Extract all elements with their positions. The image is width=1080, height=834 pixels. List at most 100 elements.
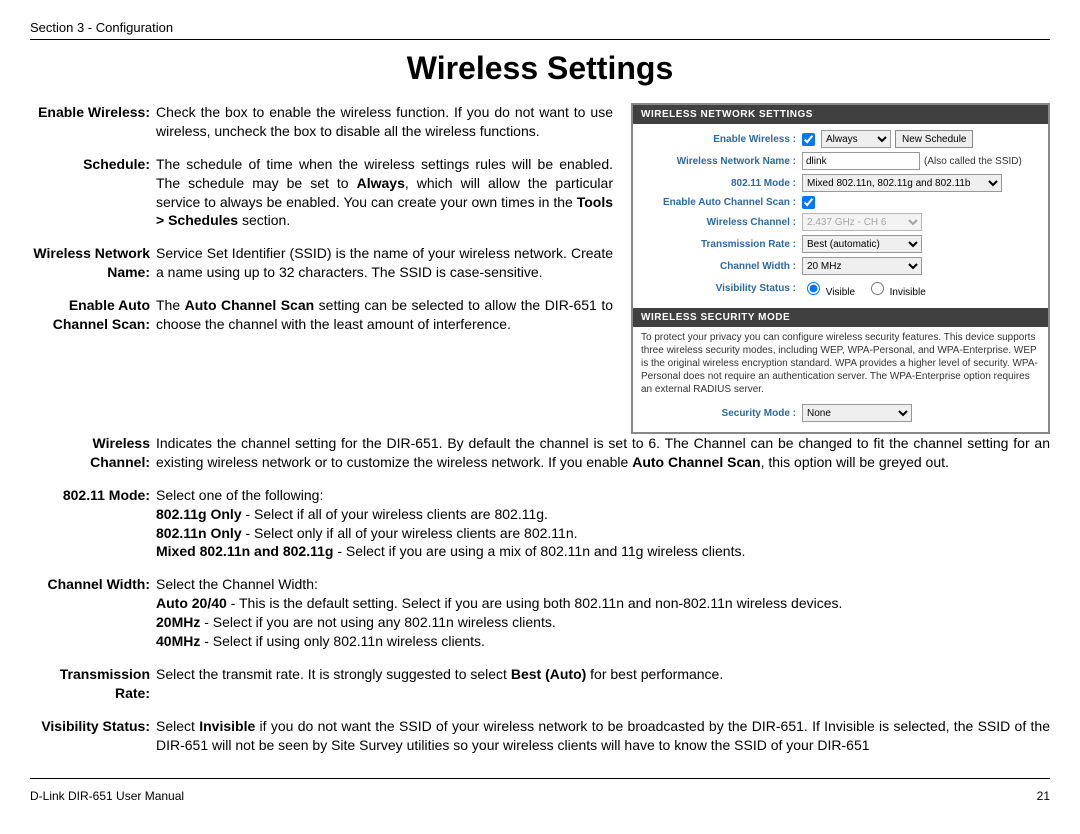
text-bold: Mixed 802.11n and 802.11g xyxy=(156,543,333,559)
row-sec-mode: Security Mode : None xyxy=(641,404,1040,422)
text: - Select if using only 802.11n wireless … xyxy=(200,633,485,649)
text: - Select if all of your wireless clients… xyxy=(242,506,548,522)
row-cw: Channel Width : 20 MHz xyxy=(641,257,1040,275)
lbl-vs: Visibility Status : xyxy=(641,283,802,294)
label-vs: Visibility Status: xyxy=(30,717,156,755)
lbl-cw: Channel Width : xyxy=(641,261,802,272)
footer-left: D-Link DIR-651 User Manual xyxy=(30,789,184,803)
radio-visible-wrap[interactable]: Visible xyxy=(802,279,855,298)
panel-header-network: WIRELESS NETWORK SETTINGS xyxy=(633,105,1048,124)
label-wnn: Wireless Network Name: xyxy=(30,244,156,282)
body-vs: Select Invisible if you do not want the … xyxy=(156,717,1050,755)
text: - This is the default setting. Select if… xyxy=(227,595,843,611)
row-vs: Visibility Status : Visible Invisible xyxy=(641,279,1040,298)
mode-intro: Select one of the following: xyxy=(156,486,1050,505)
def-enable-wireless: Enable Wireless: Check the box to enable… xyxy=(30,103,613,141)
label-line1: Enable Auto xyxy=(30,296,150,315)
header-rule xyxy=(30,39,1050,40)
text-bold: 802.11n Only xyxy=(156,525,242,541)
input-wnn[interactable] xyxy=(802,152,920,170)
text: - Select if you are not using any 802.11… xyxy=(200,614,555,630)
text-bold: Invisible xyxy=(199,718,255,734)
select-schedule[interactable]: Always xyxy=(821,130,891,148)
text: - Select only if all of your wireless cl… xyxy=(242,525,578,541)
select-tr[interactable]: Best (automatic) xyxy=(802,235,922,253)
lbl-wnn: Wireless Network Name : xyxy=(641,156,802,167)
definitions-column: Enable Wireless: Check the box to enable… xyxy=(30,103,613,434)
def-schedule: Schedule: The schedule of time when the … xyxy=(30,155,613,231)
lbl-enable-wireless: Enable Wireless : xyxy=(641,134,802,145)
footer-page: 21 xyxy=(1037,789,1050,803)
def-visibility-status: Visibility Status: Select Invisible if y… xyxy=(30,717,1050,755)
text: The xyxy=(156,297,185,313)
radio-visible[interactable] xyxy=(807,282,820,295)
def-wireless-network-name: Wireless Network Name: Service Set Ident… xyxy=(30,244,613,282)
select-sec-mode[interactable]: None xyxy=(802,404,912,422)
body-cw: Select the Channel Width: Auto 20/40 - T… xyxy=(156,575,1050,651)
row-tr: Transmission Rate : Best (automatic) xyxy=(641,235,1040,253)
select-cw[interactable]: 20 MHz xyxy=(802,257,922,275)
label-line2: Channel: xyxy=(30,453,150,472)
text-bold: Best (Auto) xyxy=(511,666,586,682)
row-mode: 802.11 Mode : Mixed 802.11n, 802.11g and… xyxy=(641,174,1040,192)
select-wc[interactable]: 2.437 GHz - CH 6 xyxy=(802,213,922,231)
lbl-wc: Wireless Channel : xyxy=(641,217,802,228)
checkbox-eacs[interactable] xyxy=(802,196,815,209)
hint-wnn: (Also called the SSID) xyxy=(924,156,1022,167)
label-cw: Channel Width: xyxy=(30,575,156,651)
new-schedule-button[interactable]: New Schedule xyxy=(895,130,973,148)
page-title: Wireless Settings xyxy=(30,50,1050,87)
settings-panel: WIRELESS NETWORK SETTINGS Enable Wireles… xyxy=(631,103,1050,434)
text-bold: 40MHz xyxy=(156,633,200,649)
text: Select xyxy=(156,718,199,734)
cw-intro: Select the Channel Width: xyxy=(156,575,1050,594)
row-wnn: Wireless Network Name : (Also called the… xyxy=(641,152,1040,170)
def-enable-auto-channel-scan: Enable Auto Channel Scan: The Auto Chann… xyxy=(30,296,613,334)
text-bold: 802.11g Only xyxy=(156,506,242,522)
panel-header-security: WIRELESS SECURITY MODE xyxy=(633,308,1048,327)
label-line1: Transmission xyxy=(30,665,150,684)
label-eacs: Enable Auto Channel Scan: xyxy=(30,296,156,334)
body-eacs: The Auto Channel Scan setting can be sel… xyxy=(156,296,613,334)
label-line2: Rate: xyxy=(30,684,150,703)
section-header: Section 3 - Configuration xyxy=(30,20,1050,35)
text-bold: Auto Channel Scan xyxy=(185,297,315,313)
text-bold: Auto 20/40 xyxy=(156,595,227,611)
def-channel-width: Channel Width: Select the Channel Width:… xyxy=(30,575,1050,651)
label-mode: 802.11 Mode: xyxy=(30,486,156,562)
label-schedule: Schedule: xyxy=(30,155,156,231)
lbl-sec-mode: Security Mode : xyxy=(641,408,802,419)
checkbox-enable-wireless[interactable] xyxy=(802,133,815,146)
row-wc: Wireless Channel : 2.437 GHz - CH 6 xyxy=(641,213,1040,231)
body-wnn: Service Set Identifier (SSID) is the nam… xyxy=(156,244,613,282)
main-content: Enable Wireless: Check the box to enable… xyxy=(30,103,1050,434)
body-mode: Select one of the following: 802.11g Onl… xyxy=(156,486,1050,562)
radio-invisible[interactable] xyxy=(871,282,884,295)
def-transmission-rate: Transmission Rate: Select the transmit r… xyxy=(30,665,1050,703)
text: section. xyxy=(238,212,290,228)
panel-body-security: Security Mode : None xyxy=(633,404,1048,432)
radio-invisible-wrap[interactable]: Invisible xyxy=(866,279,926,298)
body-schedule: The schedule of time when the wireless s… xyxy=(156,155,613,231)
lbl-mode: 802.11 Mode : xyxy=(641,178,802,189)
label-line2: Name: xyxy=(30,263,150,282)
body-enable-wireless: Check the box to enable the wireless fun… xyxy=(156,103,613,141)
label-line1: Wireless Network xyxy=(30,244,150,263)
label-line1: Wireless xyxy=(30,434,150,453)
lbl-eacs: Enable Auto Channel Scan : xyxy=(641,197,802,208)
text-bold: Always xyxy=(357,175,405,191)
text: - Select if you are using a mix of 802.1… xyxy=(333,543,745,559)
label-enable-wireless: Enable Wireless: xyxy=(30,103,156,141)
text: if you do not want the SSID of your wire… xyxy=(156,718,1050,753)
select-mode[interactable]: Mixed 802.11n, 802.11g and 802.11b xyxy=(802,174,1002,192)
text: , this option will be greyed out. xyxy=(761,454,949,470)
definitions-full: Wireless Channel: Indicates the channel … xyxy=(30,434,1050,754)
body-tr: Select the transmit rate. It is strongly… xyxy=(156,665,1050,703)
footer-rule xyxy=(30,778,1050,779)
lbl-tr: Transmission Rate : xyxy=(641,239,802,250)
text-bold: Auto Channel Scan xyxy=(632,454,760,470)
footer: D-Link DIR-651 User Manual 21 xyxy=(30,789,1050,803)
def-mode: 802.11 Mode: Select one of the following… xyxy=(30,486,1050,562)
radio-visible-label: Visible xyxy=(826,287,855,298)
body-wc: Indicates the channel setting for the DI… xyxy=(156,434,1050,472)
